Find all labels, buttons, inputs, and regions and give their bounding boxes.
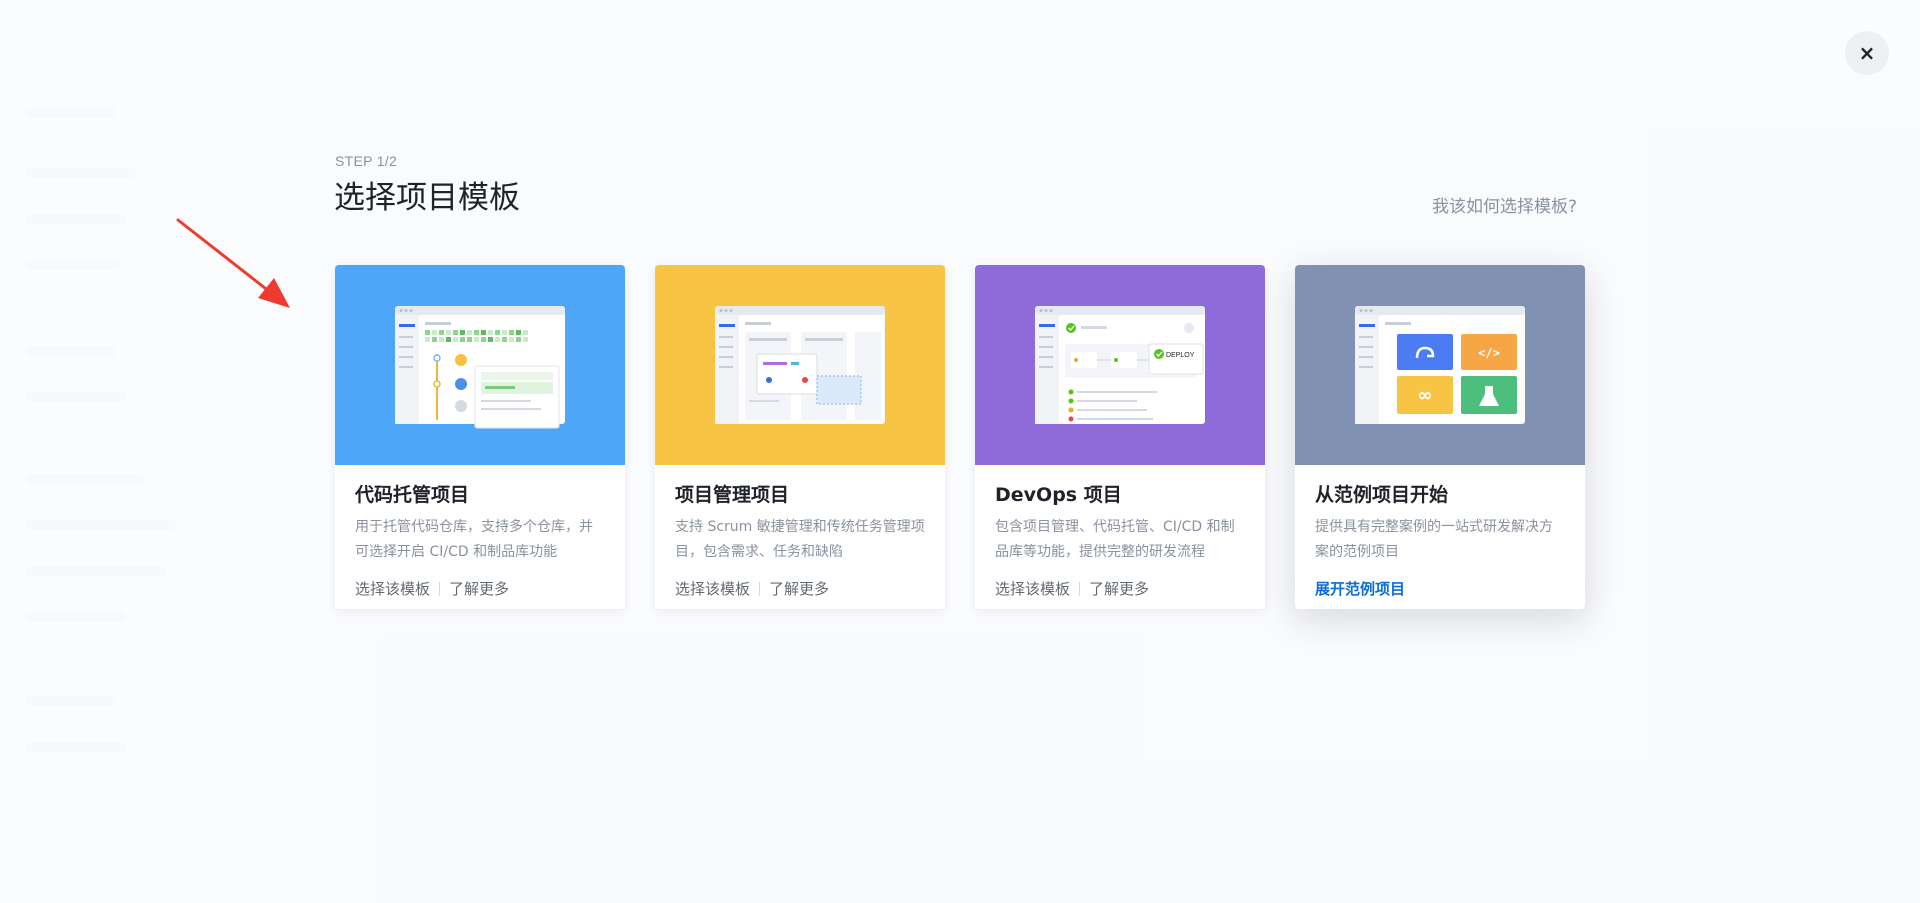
template-card-project-management[interactable]: 项目管理项目 支持 Scrum 敏捷管理和传统任务管理项目，包含需求、任务和缺陷… [655,265,945,609]
example-apps-illustration-icon: </> ∞ [1355,306,1525,424]
expand-examples-link[interactable]: 展开范例项目 [1315,578,1405,599]
card-actions: 选择该模板 了解更多 [995,578,1245,599]
template-card-example[interactable]: </> ∞ 从范例项目开始 提供具有完整案例的一站式研发解决方案的范例项目 展开… [1295,265,1585,609]
card-actions: 选择该模板 了解更多 [675,578,925,599]
code-hosting-illustration [335,265,625,465]
card-title: DevOps 项目 [995,484,1122,506]
learn-more-link[interactable]: 了解更多 [769,578,829,599]
card-description: 支持 Scrum 敏捷管理和传统任务管理项目，包含需求、任务和缺陷 [675,519,925,560]
deploy-badge-label: DEPLOY [1166,352,1195,359]
select-template-link[interactable]: 选择该模板 [675,578,750,599]
card-title: 项目管理项目 [675,484,790,506]
action-divider [759,581,761,596]
arrow-pointer-icon [176,218,290,308]
svg-text:</>: </> [1478,346,1500,360]
repository-illustration-icon [395,306,565,429]
template-card-code-hosting[interactable]: 代码托管项目 用于托管代码仓库，支持多个仓库，并可选择开启 CI/CD 和制品库… [335,265,625,609]
card-title: 从范例项目开始 [1315,484,1449,506]
close-icon: × [1858,41,1876,65]
card-description: 用于托管代码仓库，支持多个仓库，并可选择开启 CI/CD 和制品库功能 [355,519,593,560]
project-management-illustration [655,265,945,465]
example-illustration: </> ∞ [1295,265,1585,465]
help-link[interactable]: 我该如何选择模板? [1432,192,1577,217]
learn-more-link[interactable]: 了解更多 [449,578,509,599]
card-description: 提供具有完整案例的一站式研发解决方案的范例项目 [1315,519,1553,560]
action-divider [1079,581,1081,596]
page: × STEP 1/2 选择项目模板 我该如何选择模板? 代码托管项目 用于托管代… [0,0,1920,903]
devops-illustration: DEPLOY [975,265,1265,465]
kanban-illustration-icon [715,306,885,424]
card-actions: 选择该模板 了解更多 [355,578,605,599]
select-template-link[interactable]: 选择该模板 [995,578,1070,599]
template-card-devops[interactable]: DEPLOY DevOps 项目 包含项目管理、代码托管、CI/CD 和制品库等… [975,265,1265,609]
svg-text:∞: ∞ [1418,385,1433,406]
template-cards: 代码托管项目 用于托管代码仓库，支持多个仓库，并可选择开启 CI/CD 和制品库… [335,265,1585,609]
page-title: 选择项目模板 [334,180,520,216]
card-actions: 展开范例项目 [1315,578,1565,599]
action-divider [439,581,441,596]
card-title: 代码托管项目 [355,484,470,506]
card-description: 包含项目管理、代码托管、CI/CD 和制品库等功能，提供完整的研发流程 [995,519,1235,560]
step-indicator: STEP 1/2 [335,153,398,169]
select-template-link[interactable]: 选择该模板 [355,578,430,599]
close-button[interactable]: × [1845,31,1889,75]
learn-more-link[interactable]: 了解更多 [1089,578,1149,599]
pipeline-illustration-icon: DEPLOY [1035,306,1205,424]
